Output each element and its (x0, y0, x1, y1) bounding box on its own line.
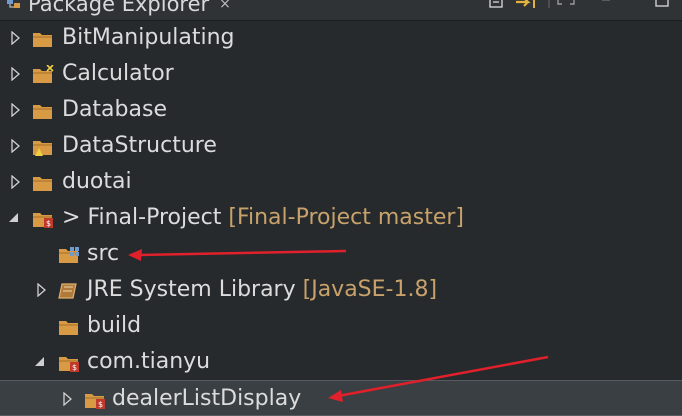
tree-item-label: duotai (62, 169, 132, 194)
svg-text:$: $ (72, 363, 77, 372)
project-folder-error-icon (32, 65, 54, 85)
tree-item-label: src (87, 241, 120, 266)
tree-item-calculator[interactable]: Calculator (0, 56, 682, 92)
view-tab[interactable]: Package Explorer × (6, 0, 231, 17)
expand-icon[interactable] (36, 283, 48, 297)
tree-item-database[interactable]: Database (0, 92, 682, 128)
maximize-icon[interactable] (556, 0, 576, 10)
svg-text:$: $ (46, 219, 51, 228)
tree-item-label: dealerListDisplay (112, 386, 302, 411)
git-folder-icon: $ (84, 390, 106, 410)
git-folder-icon: $ (58, 353, 80, 373)
tree-item-label: build (87, 313, 142, 338)
tree-item-label: JRE System Library [JavaSE-1.8] (87, 277, 438, 302)
tree-item-label: com.tianyu (87, 349, 211, 374)
source-folder-icon (58, 245, 80, 265)
project-folder-icon (32, 101, 54, 121)
expand-icon[interactable] (10, 103, 22, 117)
tree-item-dealerlistdisplay[interactable]: $ dealerListDisplay (0, 380, 682, 416)
tree-item-datastructure[interactable]: DataStructure (0, 128, 682, 164)
expand-icon[interactable] (10, 139, 22, 153)
view-title: Package Explorer (28, 0, 210, 16)
expand-icon[interactable] (10, 175, 22, 189)
view-menu-icon[interactable] (600, 0, 612, 10)
project-folder-icon (32, 173, 54, 193)
tree-item-com-tianyu[interactable]: $ com.tianyu (0, 344, 682, 380)
tree-item-build[interactable]: build (0, 308, 682, 344)
folder-icon (58, 317, 80, 337)
svg-text:$: $ (98, 400, 103, 409)
package-explorer-icon (6, 0, 22, 11)
view-header: Package Explorer × (0, 0, 682, 21)
project-folder-warning-icon (32, 137, 54, 157)
minimize-icon[interactable] (654, 0, 672, 10)
jre-version-decoration: [JavaSE-1.8] (302, 277, 438, 302)
collapse-icon[interactable] (8, 211, 20, 225)
expand-icon[interactable] (10, 67, 22, 81)
collapse-all-icon[interactable] (488, 0, 506, 10)
library-icon (58, 281, 80, 301)
tree-item-bitmanipulating[interactable]: BitManipulating (0, 20, 682, 56)
tree-item-label: BitManipulating (62, 25, 235, 50)
collapse-icon[interactable] (34, 355, 46, 369)
tree-item-src[interactable]: src (0, 236, 682, 272)
link-with-editor-icon[interactable] (514, 0, 536, 10)
view-separator (544, 0, 554, 10)
tree-item-label: > Final-Project [Final-Project master] (62, 205, 465, 230)
tree-item-final-project[interactable]: $ > Final-Project [Final-Project master] (0, 200, 682, 236)
tree-item-label: Calculator (62, 61, 174, 86)
git-project-folder-icon: $ (32, 209, 54, 229)
tree-item-label: DataStructure (62, 133, 217, 158)
git-branch-decoration: [Final-Project master] (228, 205, 465, 230)
expand-icon[interactable] (62, 392, 74, 406)
tree-item-label: Database (62, 97, 167, 122)
project-folder-icon (32, 29, 54, 49)
expand-icon[interactable] (10, 31, 22, 45)
tree-item-duotai[interactable]: duotai (0, 164, 682, 200)
close-icon[interactable]: × (219, 0, 231, 12)
tree-item-jre-system-library[interactable]: JRE System Library [JavaSE-1.8] (0, 272, 682, 308)
